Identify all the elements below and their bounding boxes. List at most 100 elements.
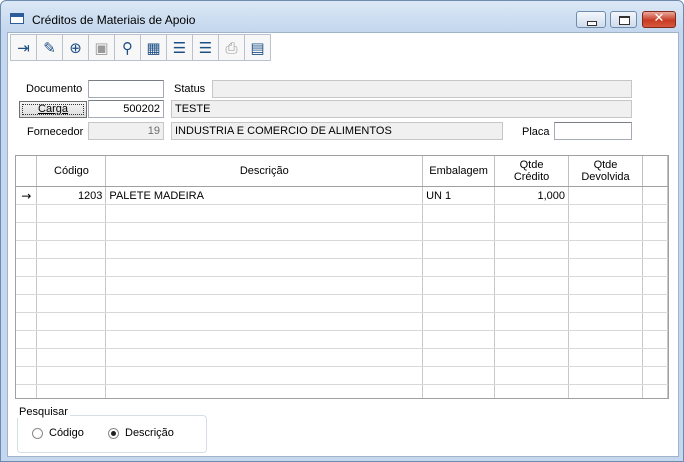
embalagem-cell[interactable] [422, 384, 496, 398]
qtde-devolvida-cell[interactable] [568, 312, 643, 331]
descricao-cell[interactable] [105, 240, 424, 259]
qtde-devolvida-cell[interactable] [568, 204, 643, 223]
add-row-icon: ☰ [172, 38, 187, 57]
embalagem-cell[interactable] [422, 312, 496, 331]
codigo-cell[interactable] [36, 312, 107, 331]
qtde-credito-cell[interactable] [494, 384, 570, 398]
qtde-devolvida-cell[interactable] [568, 240, 643, 259]
descricao-cell[interactable] [105, 348, 424, 367]
qtde-devolvida-cell[interactable] [568, 222, 643, 241]
table-row[interactable] [16, 384, 668, 398]
qtde-devolvida-cell[interactable] [568, 384, 643, 398]
table-row[interactable] [16, 312, 668, 331]
descricao-cell[interactable] [105, 366, 424, 385]
table-row[interactable] [16, 276, 668, 295]
table-row[interactable] [16, 222, 668, 241]
qtde-devolvida-cell[interactable] [568, 366, 643, 385]
table-row[interactable] [16, 366, 668, 385]
qtde-credito-cell[interactable] [494, 204, 570, 223]
table-row[interactable]: → 1203 PALETE MADEIRA UN 1 1,000 [16, 186, 668, 205]
codigo-cell[interactable] [36, 330, 107, 349]
codigo-cell[interactable] [36, 204, 107, 223]
codigo-cell[interactable] [36, 366, 107, 385]
carga-input[interactable]: 500202 [88, 100, 164, 118]
minimize-button[interactable] [576, 11, 606, 28]
qtde-credito-cell[interactable] [494, 240, 570, 259]
descricao-cell[interactable] [105, 312, 424, 331]
qtde-credito-cell[interactable] [494, 348, 570, 367]
embalagem-cell[interactable] [422, 330, 496, 349]
qtde-credito-cell[interactable] [494, 222, 570, 241]
add-button[interactable]: ⊕ [62, 34, 89, 61]
descricao-header[interactable]: Descrição [105, 156, 424, 187]
qtde-devolvida-cell[interactable] [568, 258, 643, 277]
descricao-cell[interactable] [105, 204, 424, 223]
codigo-header[interactable]: Código [36, 156, 107, 187]
table-row[interactable] [16, 348, 668, 367]
exit-button[interactable]: ⇥ [10, 34, 37, 61]
search-option-descricao[interactable]: Descrição [108, 427, 174, 439]
descricao-cell[interactable] [105, 294, 424, 313]
qtde-devolvida-cell[interactable] [568, 330, 643, 349]
title-bar[interactable]: Créditos de Materiais de Apoio ✕ [1, 1, 683, 33]
placa-input[interactable] [554, 122, 632, 140]
descricao-cell[interactable]: PALETE MADEIRA [105, 186, 424, 205]
table-row[interactable] [16, 240, 668, 259]
table-row[interactable] [16, 294, 668, 313]
descricao-cell[interactable] [105, 258, 424, 277]
embalagem-cell[interactable] [422, 258, 496, 277]
search-option-codigo[interactable]: Código [32, 427, 84, 439]
qtde-devolvida-cell[interactable] [568, 276, 643, 295]
codigo-cell[interactable] [36, 294, 107, 313]
add-row-button[interactable]: ☰ [166, 34, 193, 61]
qtde-credito-header[interactable]: Qtde Crédito [494, 156, 570, 187]
embalagem-cell[interactable] [422, 222, 496, 241]
qtde-credito-cell[interactable]: 1,000 [494, 186, 570, 205]
remove-row-button[interactable]: ☰ [192, 34, 219, 61]
embalagem-header[interactable]: Embalagem [422, 156, 496, 187]
descricao-cell[interactable] [105, 330, 424, 349]
table-row[interactable] [16, 204, 668, 223]
codigo-cell[interactable] [36, 222, 107, 241]
qtde-credito-cell[interactable] [494, 258, 570, 277]
search-button[interactable]: ⚲ [114, 34, 141, 61]
codigo-cell[interactable] [36, 276, 107, 295]
row-indicator [16, 330, 38, 349]
eraser-button[interactable]: ✎ [36, 34, 63, 61]
qtde-devolvida-cell[interactable] [568, 294, 643, 313]
table-row[interactable] [16, 258, 668, 277]
qtde-credito-cell[interactable] [494, 330, 570, 349]
qtde-credito-cell[interactable] [494, 276, 570, 295]
carga-button[interactable]: Carga [19, 101, 87, 118]
embalagem-cell[interactable] [422, 240, 496, 259]
codigo-cell[interactable] [36, 384, 107, 398]
radio-descricao-icon[interactable] [108, 427, 119, 439]
embalagem-cell[interactable] [422, 294, 496, 313]
qtde-devolvida-cell[interactable] [568, 186, 643, 205]
document-button[interactable]: ▤ [244, 34, 271, 61]
table-row[interactable] [16, 330, 668, 349]
embalagem-cell[interactable] [422, 348, 496, 367]
maximize-button[interactable] [610, 11, 637, 28]
embalagem-cell[interactable]: UN 1 [422, 186, 496, 205]
codigo-cell[interactable] [36, 258, 107, 277]
radio-codigo-icon[interactable] [32, 427, 43, 439]
qtde-credito-cell[interactable] [494, 366, 570, 385]
grid-button[interactable]: ▦ [140, 34, 167, 61]
documento-input[interactable] [88, 80, 164, 98]
codigo-cell[interactable]: 1203 [36, 186, 107, 205]
descricao-cell[interactable] [105, 384, 424, 398]
qtde-devolvida-header[interactable]: Qtde Devolvida [568, 156, 643, 187]
embalagem-cell[interactable] [422, 204, 496, 223]
embalagem-cell[interactable] [422, 276, 496, 295]
qtde-credito-cell[interactable] [494, 312, 570, 331]
items-grid[interactable]: Código Descrição Embalagem Qtde Crédito … [15, 155, 669, 399]
qtde-credito-cell[interactable] [494, 294, 570, 313]
close-button[interactable]: ✕ [642, 11, 676, 28]
descricao-cell[interactable] [105, 222, 424, 241]
embalagem-cell[interactable] [422, 366, 496, 385]
descricao-cell[interactable] [105, 276, 424, 295]
codigo-cell[interactable] [36, 348, 107, 367]
qtde-devolvida-cell[interactable] [568, 348, 643, 367]
codigo-cell[interactable] [36, 240, 107, 259]
